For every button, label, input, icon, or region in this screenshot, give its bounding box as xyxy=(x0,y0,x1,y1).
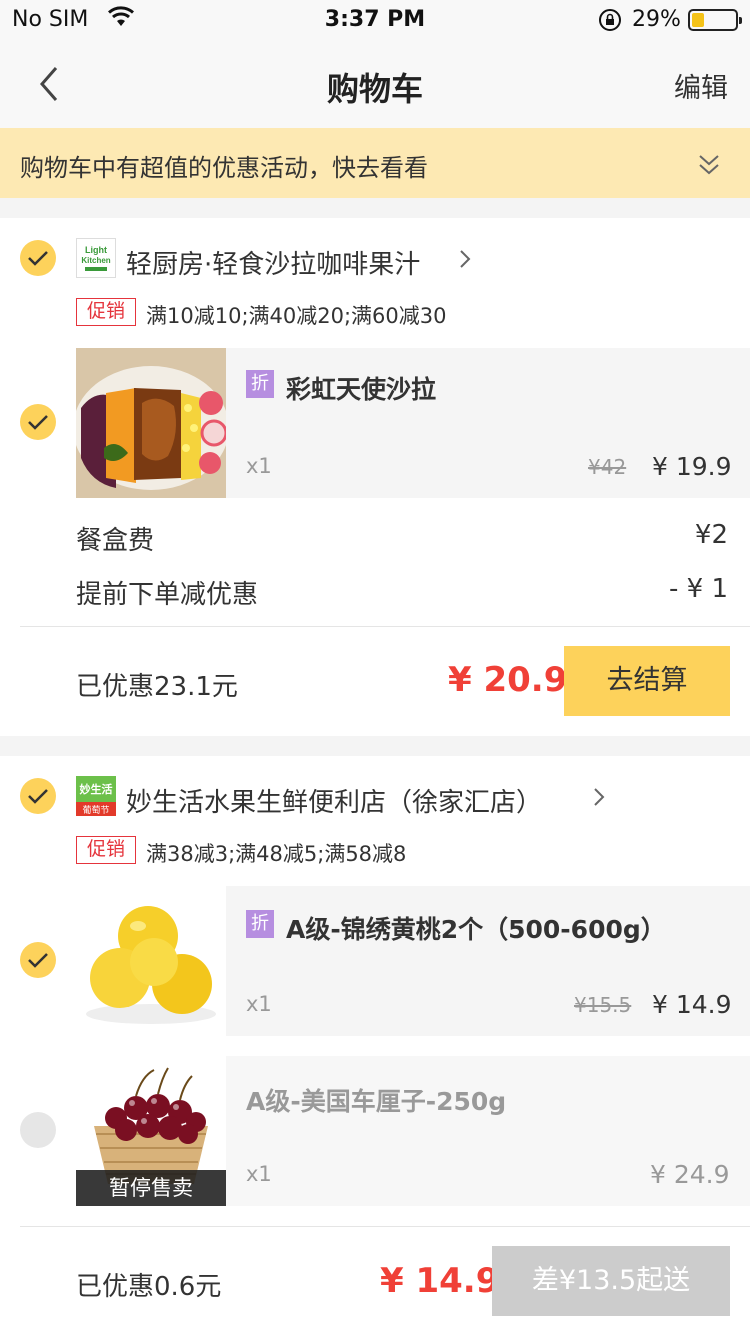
shop-card-1: Light Kitchen 轻厨房·轻食沙拉咖啡果汁 促销 满10减10;满40减… xyxy=(0,218,750,736)
cart-total: ¥ 14.9 xyxy=(380,1261,500,1301)
checkout-button[interactable]: 去结算 xyxy=(564,646,730,716)
svg-text:妙生活: 妙生活 xyxy=(80,782,113,796)
peach-image[interactable] xyxy=(76,886,226,1036)
promo-rules: 满38减3;满48减5;满58减8 xyxy=(146,842,407,866)
item-quantity: x1 xyxy=(246,1162,272,1186)
shop-name[interactable]: 轻厨房·轻食沙拉咖啡果汁 xyxy=(126,244,420,281)
promo-tag: 促销 xyxy=(76,836,136,864)
item-checkbox-disabled xyxy=(20,1112,56,1148)
item-original-price: ¥15.5 xyxy=(574,993,632,1017)
shop-checkbox[interactable] xyxy=(20,778,56,814)
fee-label: 餐盒费 xyxy=(76,526,155,556)
item-original-price: ¥42 xyxy=(588,455,627,479)
svg-text:Kitchen: Kitchen xyxy=(81,256,110,265)
double-chevron-down-icon[interactable] xyxy=(697,153,721,181)
shop-logo: 妙生活 葡萄节 xyxy=(76,776,116,816)
item-quantity: x1 xyxy=(246,992,272,1016)
item-price: ¥ 24.9 xyxy=(650,1160,730,1189)
shop-card-2: 妙生活葡萄节 妙生活水果生鲜便利店（徐家汇店） 促销 满38减3;满48减5;满… xyxy=(0,756,750,1334)
minimum-order-button: 差¥13.5起送 xyxy=(492,1246,730,1316)
svg-text:葡萄节: 葡萄节 xyxy=(82,804,109,816)
edit-button[interactable]: 编辑 xyxy=(674,66,728,105)
status-bar: No SIM 3:37 PM 29% xyxy=(0,0,750,40)
divider xyxy=(20,626,750,627)
battery-icon xyxy=(688,9,742,31)
chevron-right-icon[interactable] xyxy=(592,786,606,812)
shop-checkbox[interactable] xyxy=(20,240,56,276)
promo-rules: 满10减10;满40减20;满60减30 xyxy=(146,304,447,328)
shop-logo: Light Kitchen xyxy=(76,238,116,278)
rotation-lock-icon xyxy=(598,8,622,32)
item-price: ¥ 19.9 xyxy=(652,452,732,481)
divider xyxy=(20,1226,750,1227)
promo-banner-text: 购物车中有超值的优惠活动，快去看看 xyxy=(20,154,428,182)
saved-amount: 已优惠0.6元 xyxy=(76,1272,222,1302)
saved-amount: 已优惠23.1元 xyxy=(76,672,238,702)
item-quantity: x1 xyxy=(246,454,272,478)
item-name[interactable]: A级-锦绣黄桃2个（500-600g） xyxy=(286,910,666,946)
item-checkbox[interactable] xyxy=(20,404,56,440)
fee-label: 提前下单减优惠 xyxy=(76,580,259,610)
promo-tag: 促销 xyxy=(76,298,136,326)
cart-total: ¥ 20.9 xyxy=(448,660,568,700)
cherry-image[interactable]: 暂停售卖 xyxy=(76,1056,226,1206)
svg-text:Light: Light xyxy=(85,245,107,255)
shop-name[interactable]: 妙生活水果生鲜便利店（徐家汇店） xyxy=(126,782,542,819)
discount-tag: 折 xyxy=(246,370,274,398)
nav-bar: 购物车 编辑 xyxy=(0,40,750,128)
item-name[interactable]: A级-美国车厘子-250g xyxy=(246,1082,506,1118)
salad-image[interactable] xyxy=(76,348,226,498)
unavailable-overlay: 暂停售卖 xyxy=(76,1170,226,1206)
item-price: ¥ 14.9 xyxy=(652,990,732,1019)
item-checkbox[interactable] xyxy=(20,942,56,978)
fee-value: ¥2 xyxy=(694,520,728,550)
item-name[interactable]: 彩虹天使沙拉 xyxy=(286,370,436,406)
promo-banner[interactable]: 购物车中有超值的优惠活动，快去看看 xyxy=(0,128,750,198)
page-title: 购物车 xyxy=(326,70,423,108)
chevron-right-icon[interactable] xyxy=(458,248,472,274)
battery-percent: 29% xyxy=(632,7,681,32)
fee-value: - ¥ 1 xyxy=(669,574,728,604)
discount-tag: 折 xyxy=(246,910,274,938)
